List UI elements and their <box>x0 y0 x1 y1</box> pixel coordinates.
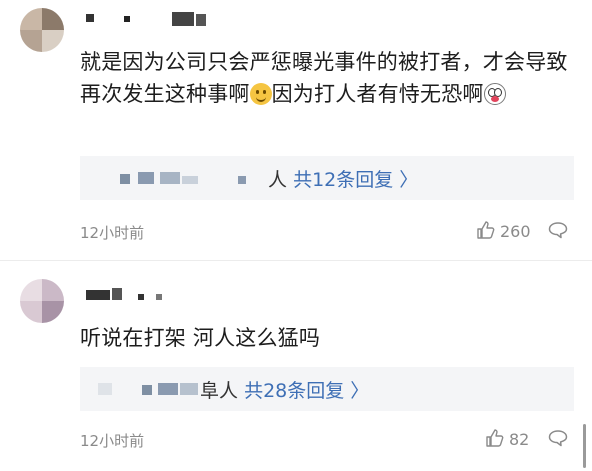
comment-text-part: 因为打人者有恃无恐啊 <box>271 82 484 106</box>
reply-count-label: 共28条回复 <box>244 380 345 402</box>
scared-emoji-icon <box>483 83 506 105</box>
reply-bubble-icon[interactable] <box>548 221 568 243</box>
scrollbar[interactable] <box>583 424 586 468</box>
reply-bubble-icon[interactable] <box>548 429 568 451</box>
comment-item: 就是因为公司只会严惩曝光事件的被打者，才会导致再次发生这种事啊 因为打人者有恃无恐… <box>0 0 592 262</box>
comment-divider <box>0 260 592 261</box>
comment-text: 听说在打架 河人这么猛吗 <box>80 326 321 350</box>
replies-preview[interactable]: 人 共12条回复 〉 <box>80 156 574 200</box>
smile-emoji-icon <box>249 83 272 105</box>
chevron-right-icon: 〉 <box>393 169 419 191</box>
avatar[interactable] <box>20 8 64 52</box>
username[interactable] <box>84 8 214 30</box>
reply-author-tail: 阜人 <box>200 380 239 402</box>
comment-time: 12小时前 <box>80 432 145 450</box>
like-button[interactable]: 260 <box>476 220 531 241</box>
reply-count-link[interactable]: 人 共12条回复 〉 <box>268 165 418 192</box>
thumbs-up-icon <box>486 429 504 447</box>
avatar[interactable] <box>20 279 64 323</box>
like-count: 260 <box>500 222 531 241</box>
chevron-right-icon: 〉 <box>344 380 370 402</box>
comment-time: 12小时前 <box>80 224 145 242</box>
username[interactable] <box>84 284 174 306</box>
reply-count-label: 共12条回复 <box>293 169 394 191</box>
comment-item: 听说在打架 河人这么猛吗 阜人 共28条回复 〉 12小时前 82 <box>0 262 592 471</box>
comment-text: 就是因为公司只会严惩曝光事件的被打者，才会导致再次发生这种事啊 因为打人者有恃无恐… <box>80 46 570 110</box>
like-button[interactable]: 82 <box>485 428 529 449</box>
thumbs-up-icon <box>477 221 495 239</box>
replies-preview[interactable]: 阜人 共28条回复 〉 <box>80 367 574 411</box>
like-count: 82 <box>509 430 530 449</box>
reply-author-blur <box>120 172 260 184</box>
reply-author-tail: 人 <box>268 169 288 191</box>
reply-count-link[interactable]: 阜人 共28条回复 〉 <box>200 376 369 403</box>
